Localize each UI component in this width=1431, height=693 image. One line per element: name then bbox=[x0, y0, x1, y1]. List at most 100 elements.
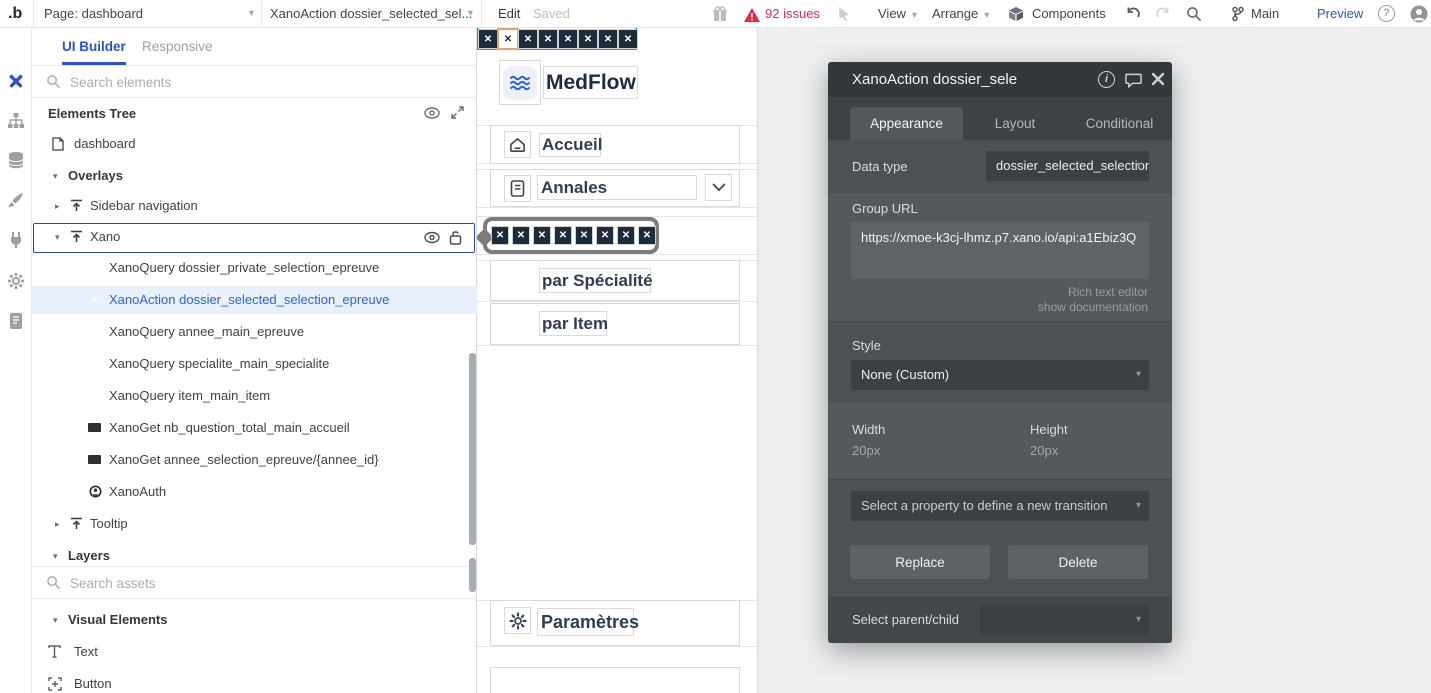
xano-element-placeholder[interactable] bbox=[578, 29, 598, 49]
xano-element-placeholder[interactable] bbox=[598, 29, 618, 49]
nav-label-par-specialite[interactable]: par Spécialité bbox=[539, 268, 653, 293]
page-selector[interactable]: Page: dashboard bbox=[44, 0, 143, 28]
xano-element-placeholder[interactable] bbox=[491, 226, 509, 245]
redo-icon[interactable] bbox=[1155, 6, 1171, 22]
xano-element-placeholder[interactable] bbox=[512, 226, 530, 245]
nav-row-par-item[interactable] bbox=[490, 303, 740, 345]
parent-child-dropdown[interactable] bbox=[980, 605, 1149, 635]
section-visual-elements[interactable]: ▾ Visual Elements bbox=[32, 606, 477, 634]
xano-element-placeholder[interactable] bbox=[533, 226, 551, 245]
transition-dropdown[interactable]: Select a property to define a new transi… bbox=[851, 491, 1149, 521]
xano-element-placeholder[interactable] bbox=[518, 29, 538, 49]
tree-item-xanoquery-1[interactable]: XanoQuery dossier_private_selection_epre… bbox=[32, 254, 477, 282]
eye-icon[interactable] bbox=[424, 231, 440, 244]
xano-element-placeholder[interactable] bbox=[617, 226, 635, 245]
annales-expand-button[interactable] bbox=[705, 174, 732, 201]
tab-ui-builder[interactable]: UI Builder bbox=[62, 28, 126, 65]
property-editor-header[interactable]: XanoAction dossier_sele i bbox=[828, 62, 1172, 97]
xano-element-placeholder[interactable] bbox=[575, 226, 593, 245]
data-type-dropdown[interactable]: dossier_selected_selection_e bbox=[986, 151, 1149, 181]
account-avatar[interactable] bbox=[1410, 5, 1428, 23]
nav-label-parametres[interactable]: Paramètres bbox=[537, 608, 639, 636]
replace-button[interactable]: Replace bbox=[850, 545, 990, 579]
brand-name-text[interactable]: MedFlow bbox=[543, 66, 638, 99]
tree-item-xanoget-1[interactable]: XanoGet nb_question_total_main_accueil bbox=[32, 414, 477, 442]
xano-element-placeholder[interactable] bbox=[638, 226, 656, 245]
plugins-tab-icon[interactable] bbox=[7, 231, 25, 249]
settings-icon-box[interactable] bbox=[504, 607, 531, 634]
delete-button[interactable]: Delete bbox=[1008, 545, 1148, 579]
edit-mode-button[interactable]: Edit bbox=[498, 0, 520, 28]
style-dropdown[interactable]: None (Custom) bbox=[851, 360, 1149, 390]
info-icon[interactable]: i bbox=[1098, 71, 1115, 88]
selected-xano-group[interactable] bbox=[475, 217, 659, 254]
xano-element-placeholder[interactable] bbox=[478, 29, 498, 49]
tree-section-overlays[interactable]: ▾ Overlays bbox=[32, 162, 477, 190]
chevron-down-icon bbox=[1136, 491, 1141, 521]
xano-element-placeholder[interactable] bbox=[538, 29, 558, 49]
asset-text[interactable]: Text bbox=[32, 638, 477, 666]
nav-label-par-item[interactable]: par Item bbox=[539, 311, 608, 336]
tree-item-xanoquery-2[interactable]: XanoQuery annee_main_epreuve bbox=[32, 318, 477, 346]
preview-button[interactable]: Preview bbox=[1317, 0, 1363, 28]
tab-appearance[interactable]: Appearance bbox=[850, 107, 963, 140]
close-icon[interactable] bbox=[1151, 72, 1165, 86]
tree-item-dashboard[interactable]: dashboard bbox=[32, 130, 477, 158]
tab-responsive[interactable]: Responsive bbox=[142, 28, 213, 65]
show-documentation-link[interactable]: show documentation bbox=[1038, 300, 1148, 314]
data-tab-icon[interactable] bbox=[7, 151, 25, 169]
xano-element-placeholder[interactable] bbox=[596, 226, 614, 245]
tree-item-sidebar-navigation[interactable]: ▸ Sidebar navigation bbox=[32, 192, 477, 220]
styles-tab-icon[interactable] bbox=[7, 191, 25, 209]
comment-icon[interactable] bbox=[1125, 72, 1142, 89]
annales-icon-box[interactable] bbox=[504, 175, 531, 202]
nav-label-annales[interactable]: Annales bbox=[537, 175, 697, 200]
logs-tab-icon[interactable] bbox=[7, 312, 25, 330]
undo-icon[interactable] bbox=[1125, 6, 1141, 22]
issues-count[interactable]: 92 issues bbox=[765, 0, 820, 28]
xano-elements-row[interactable] bbox=[478, 28, 638, 50]
tree-item-tooltip[interactable]: ▸ Tooltip bbox=[32, 510, 477, 538]
scrollbar-thumb[interactable] bbox=[469, 558, 476, 592]
workflow-tab-icon[interactable] bbox=[7, 112, 25, 130]
tree-item-xanoauth[interactable]: XanoAuth bbox=[32, 478, 477, 506]
home-icon-box[interactable] bbox=[504, 131, 531, 158]
tab-conditional[interactable]: Conditional bbox=[1067, 107, 1172, 140]
xano-element-placeholder[interactable] bbox=[554, 226, 572, 245]
tree-item-xanoget-2[interactable]: XanoGet annee_selection_epreuve/{annee_i… bbox=[32, 446, 477, 474]
xano-element-placeholder[interactable] bbox=[558, 29, 578, 49]
unlock-icon[interactable] bbox=[449, 229, 462, 245]
cursor-icon[interactable] bbox=[836, 6, 852, 22]
search-assets-input[interactable] bbox=[70, 571, 450, 595]
tree-item-xanoquery-4[interactable]: XanoQuery item_main_item bbox=[32, 382, 477, 410]
search-assets-row bbox=[32, 567, 477, 598]
xano-element-placeholder-hovered[interactable] bbox=[497, 28, 519, 50]
search-icon[interactable] bbox=[1186, 6, 1202, 22]
settings-tab-icon[interactable] bbox=[7, 272, 25, 290]
expand-icon[interactable] bbox=[450, 105, 465, 120]
tree-item-xanoaction-selected[interactable]: XanoAction dossier_selected_selection_ep… bbox=[32, 286, 477, 314]
components-button[interactable]: Components bbox=[1032, 0, 1106, 28]
empty-row[interactable] bbox=[490, 667, 740, 693]
scrollbar-thumb[interactable] bbox=[469, 353, 476, 545]
tree-item-xanoquery-3[interactable]: XanoQuery specialite_main_specialite bbox=[32, 350, 477, 378]
search-elements-input[interactable] bbox=[70, 70, 450, 94]
brand-logo-box[interactable] bbox=[499, 60, 541, 105]
branch-selector[interactable]: Main bbox=[1251, 0, 1279, 28]
button-element-icon bbox=[48, 677, 62, 691]
arrange-menu[interactable]: Arrange bbox=[932, 0, 989, 28]
bubble-logo[interactable]: .b bbox=[8, 0, 22, 28]
rich-text-editor-link[interactable]: Rich text editor bbox=[1068, 285, 1148, 299]
tree-item-xano[interactable]: ▾ Xano bbox=[32, 223, 477, 253]
asset-button[interactable]: Button bbox=[32, 670, 477, 693]
design-tab-icon[interactable] bbox=[7, 72, 25, 90]
view-menu[interactable]: View bbox=[878, 0, 917, 28]
tab-layout[interactable]: Layout bbox=[963, 107, 1067, 140]
nav-label-accueil[interactable]: Accueil bbox=[539, 133, 602, 157]
element-selector[interactable]: XanoAction dossier_selected_sel... bbox=[270, 0, 472, 28]
xano-element-placeholder[interactable] bbox=[618, 29, 638, 49]
help-icon[interactable]: ? bbox=[1378, 5, 1395, 22]
eye-icon[interactable] bbox=[424, 106, 440, 120]
gift-icon[interactable] bbox=[712, 6, 728, 22]
group-url-input[interactable]: https://xmoe-k3cj-lhmz.p7.xano.io/api:a1… bbox=[851, 222, 1149, 279]
